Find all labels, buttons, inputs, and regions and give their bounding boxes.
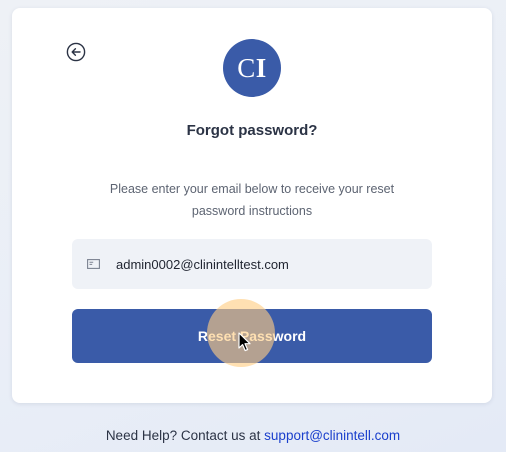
support-email-link[interactable]: support@clinintell.com [264,428,400,443]
instructions-text: Please enter your email below to receive… [82,178,422,222]
instructions-line-1: Please enter your email below to receive… [109,182,395,196]
back-button[interactable] [66,42,86,62]
forgot-password-card: CI Forgot password? Please enter your em… [12,8,492,403]
instructions-line-2: password instructions [191,204,313,218]
help-footer: Need Help? Contact us at support@clinint… [0,428,506,443]
envelope-icon [87,259,100,269]
clinintell-logo: CI [223,39,281,97]
help-text: Need Help? Contact us at [105,428,261,443]
page-title: Forgot password? [186,122,318,139]
logo-letter-i: I [255,52,267,83]
back-arrow-icon [66,42,86,62]
email-field[interactable] [72,239,432,289]
email-input[interactable] [116,256,416,272]
logo-letter-c: C [237,52,256,83]
reset-password-button[interactable]: Reset Password [72,309,432,363]
